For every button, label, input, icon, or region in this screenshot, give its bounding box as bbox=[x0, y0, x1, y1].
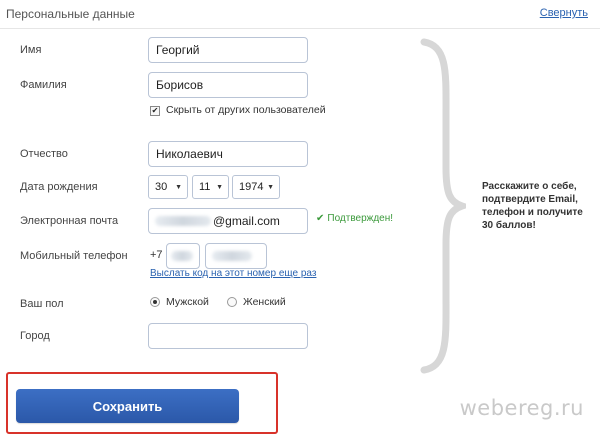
watermark: webereg.ru bbox=[459, 396, 584, 420]
dropdown-arrow-icon: ▼ bbox=[267, 183, 274, 191]
email-verified-text: Подтвержден! bbox=[327, 213, 394, 224]
phone-code-input[interactable] bbox=[166, 243, 200, 269]
email-domain: @gmail.com bbox=[213, 214, 280, 228]
hide-from-others-checkbox[interactable]: ✔ bbox=[150, 106, 160, 116]
phone-code-blurred bbox=[171, 251, 193, 261]
check-icon: ✔ bbox=[151, 106, 159, 115]
first-name-value: Георгий bbox=[156, 43, 200, 57]
check-icon: ✔ bbox=[316, 213, 325, 224]
patronymic-input[interactable]: Николаевич bbox=[148, 141, 308, 167]
last-name-input[interactable]: Борисов bbox=[148, 72, 308, 98]
birth-year-value: 1974 bbox=[239, 181, 264, 193]
city-label: Город bbox=[20, 330, 50, 342]
phone-number-input[interactable] bbox=[205, 243, 267, 269]
promo-text: Расскажите о себе, подтвердите Email, те… bbox=[482, 181, 583, 231]
first-name-input[interactable]: Георгий bbox=[148, 37, 308, 63]
email-label: Электронная почта bbox=[20, 215, 119, 227]
curly-brace-icon bbox=[420, 38, 466, 374]
phone-prefix: +7 bbox=[150, 249, 163, 261]
birth-day-value: 30 bbox=[155, 181, 168, 193]
gender-female-radio[interactable] bbox=[227, 297, 237, 307]
gender-label: Ваш пол bbox=[20, 298, 64, 310]
patronymic-label: Отчество bbox=[20, 148, 68, 160]
panel-title: Персональные данные bbox=[6, 7, 135, 21]
birth-year-select[interactable]: 1974 ▼ bbox=[232, 175, 280, 199]
phone-label: Мобильный телефон bbox=[20, 250, 128, 262]
save-button[interactable]: Сохранить bbox=[16, 389, 239, 423]
gender-female-label: Женский bbox=[243, 296, 286, 308]
last-name-label: Фамилия bbox=[20, 79, 67, 91]
dropdown-arrow-icon: ▼ bbox=[216, 183, 223, 191]
birth-date-label: Дата рождения bbox=[20, 181, 98, 193]
email-input[interactable]: @gmail.com bbox=[148, 208, 308, 234]
birth-month-select[interactable]: 11 ▼ bbox=[192, 175, 229, 199]
email-local-part-blurred bbox=[155, 216, 211, 226]
gender-male-label: Мужской bbox=[166, 296, 209, 308]
birth-day-select[interactable]: 30 ▼ bbox=[148, 175, 188, 199]
dropdown-arrow-icon: ▼ bbox=[175, 183, 182, 191]
resend-code-link[interactable]: Выслать код на этот номер еще раз bbox=[150, 268, 316, 279]
hide-from-others-label: Скрыть от других пользователей bbox=[166, 104, 326, 116]
first-name-label: Имя bbox=[20, 44, 42, 56]
phone-number-blurred bbox=[212, 251, 252, 261]
email-verified-badge: ✔ Подтвержден! bbox=[316, 213, 393, 224]
gender-male-radio[interactable] bbox=[150, 297, 160, 307]
last-name-value: Борисов bbox=[156, 78, 204, 92]
patronymic-value: Николаевич bbox=[156, 147, 223, 161]
birth-month-value: 11 bbox=[199, 181, 211, 193]
collapse-link[interactable]: Свернуть bbox=[540, 7, 588, 19]
title-divider bbox=[0, 28, 600, 29]
city-input[interactable] bbox=[148, 323, 308, 349]
